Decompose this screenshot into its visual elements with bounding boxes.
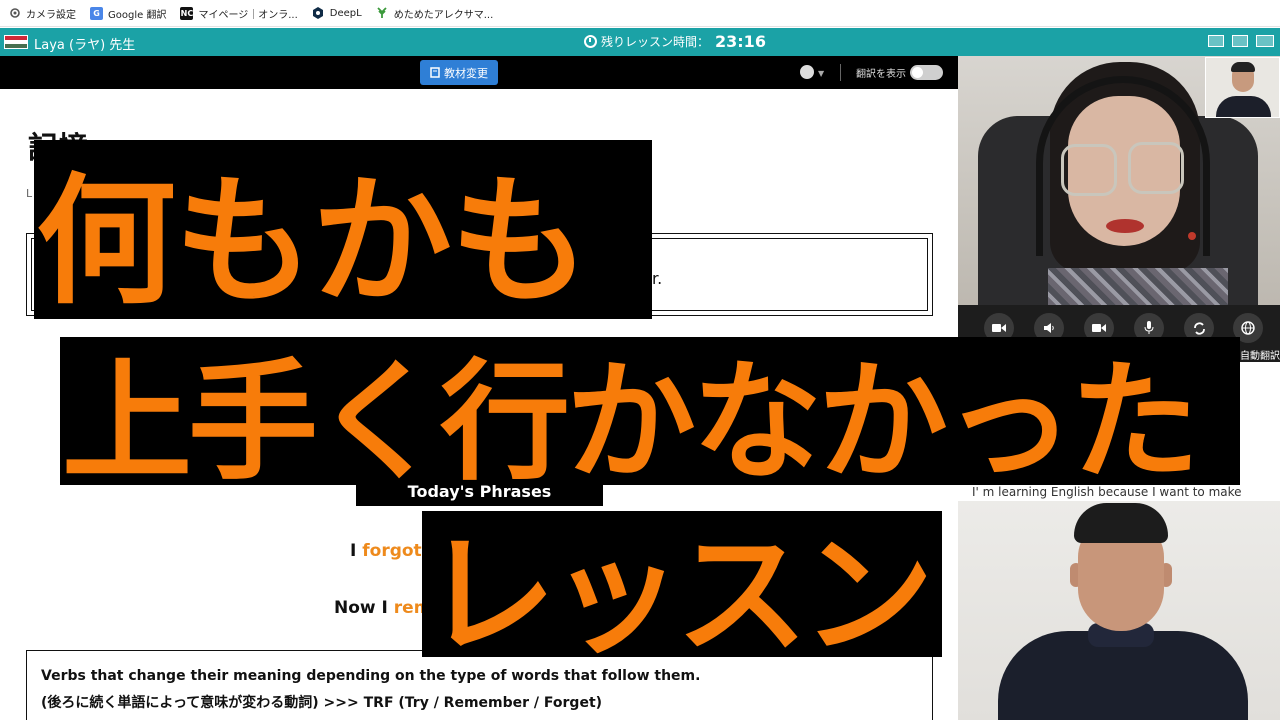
timer-label: 残りレッスン時間： — [601, 35, 710, 49]
change-material-button[interactable]: 教材変更 — [420, 60, 498, 85]
teacher-shirt — [1048, 268, 1228, 305]
pip-body — [1216, 96, 1271, 117]
bookmark-label: Google 翻訳 — [108, 9, 167, 21]
show-translation-toggle[interactable] — [910, 65, 943, 80]
hungary-flag-icon — [4, 35, 28, 49]
verbs-note-english: Verbs that change their meaning dependin… — [41, 668, 701, 684]
change-material-label: 教材変更 — [444, 67, 488, 80]
student-video — [958, 501, 1280, 720]
overlay-caption-line-3: レッスン — [422, 511, 942, 657]
material-toolbar: 教材変更 ▼ 翻訳を表示 — [0, 56, 958, 89]
nc-icon: NC — [180, 6, 194, 20]
layout-grid-icon[interactable] — [1256, 35, 1274, 47]
chevron-down-icon[interactable]: ▼ — [818, 69, 824, 78]
bookmark-label: カメラ設定 — [26, 9, 76, 21]
phrase-line-2: Now I rem — [334, 598, 431, 618]
bookmark-deepl[interactable]: DeepL — [312, 7, 362, 20]
timer-value: 23:16 — [715, 32, 766, 51]
remaining-time: 残りレッスン時間： 23:16 — [584, 32, 766, 51]
bookmark-label: めためたアレクサマ... — [393, 9, 494, 21]
bookmark-label: DeepL — [329, 7, 362, 19]
student-hair — [1074, 503, 1168, 543]
google-translate-icon: G — [90, 6, 103, 20]
pip-hair — [1231, 62, 1255, 72]
overlay-caption-line-2: 上手く行かなかった — [60, 337, 1240, 485]
auto-translate-label: 自動翻訳 — [1240, 351, 1280, 362]
bookmark-camera-settings[interactable]: カメラ設定 — [8, 6, 76, 21]
bookmark-label: マイページ｜オンラ... — [198, 9, 298, 21]
verbs-note-box: Verbs that change their meaning dependin… — [26, 650, 933, 720]
language-globe-icon[interactable] — [800, 65, 814, 79]
toolbar-divider — [840, 64, 841, 81]
clock-icon — [584, 35, 597, 48]
layout-split-icon[interactable] — [1232, 35, 1248, 47]
phrase-line-1: I forgot — [350, 541, 422, 561]
leaf-icon — [376, 7, 389, 20]
screen: カメラ設定 G Google 翻訳 NC マイページ｜オンラ... DeepL … — [0, 0, 1280, 720]
phrase-text: Now I — [334, 598, 394, 618]
bookmark-google-translate[interactable]: G Google 翻訳 — [90, 6, 166, 21]
deepl-icon — [312, 7, 325, 20]
material-subtitle: L — [26, 187, 33, 200]
lesson-header: Laya (ラヤ) 先生 残りレッスン時間： 23:16 — [0, 28, 1280, 56]
example-text: r. — [652, 269, 663, 288]
phrase-text: I — [350, 541, 363, 561]
gear-icon — [8, 7, 21, 20]
bookmarks-bar: カメラ設定 G Google 翻訳 NC マイページ｜オンラ... DeepL … — [0, 0, 1280, 27]
overlay-caption-line-1: 何もかも — [34, 140, 652, 319]
self-view-pip[interactable] — [1205, 57, 1280, 118]
speech-caption: I' m learning English because I want to … — [972, 485, 1242, 499]
bookmark-alexa[interactable]: めためたアレクサマ... — [376, 6, 494, 21]
bookmark-mypage[interactable]: NC マイページ｜オンラ... — [180, 6, 298, 21]
phrase-highlight: forgot — [362, 541, 422, 561]
book-icon — [430, 67, 440, 78]
headset-mic — [1188, 232, 1196, 240]
headset — [1036, 76, 1210, 256]
teacher-name: Laya (ラヤ) 先生 — [34, 38, 136, 53]
show-translation-label: 翻訳を表示 — [856, 69, 906, 80]
layout-single-icon[interactable] — [1208, 35, 1224, 47]
verbs-note-japanese: (後ろに続く単語によって意味が変わる動詞) >>> TRF (Try / Rem… — [41, 695, 603, 711]
